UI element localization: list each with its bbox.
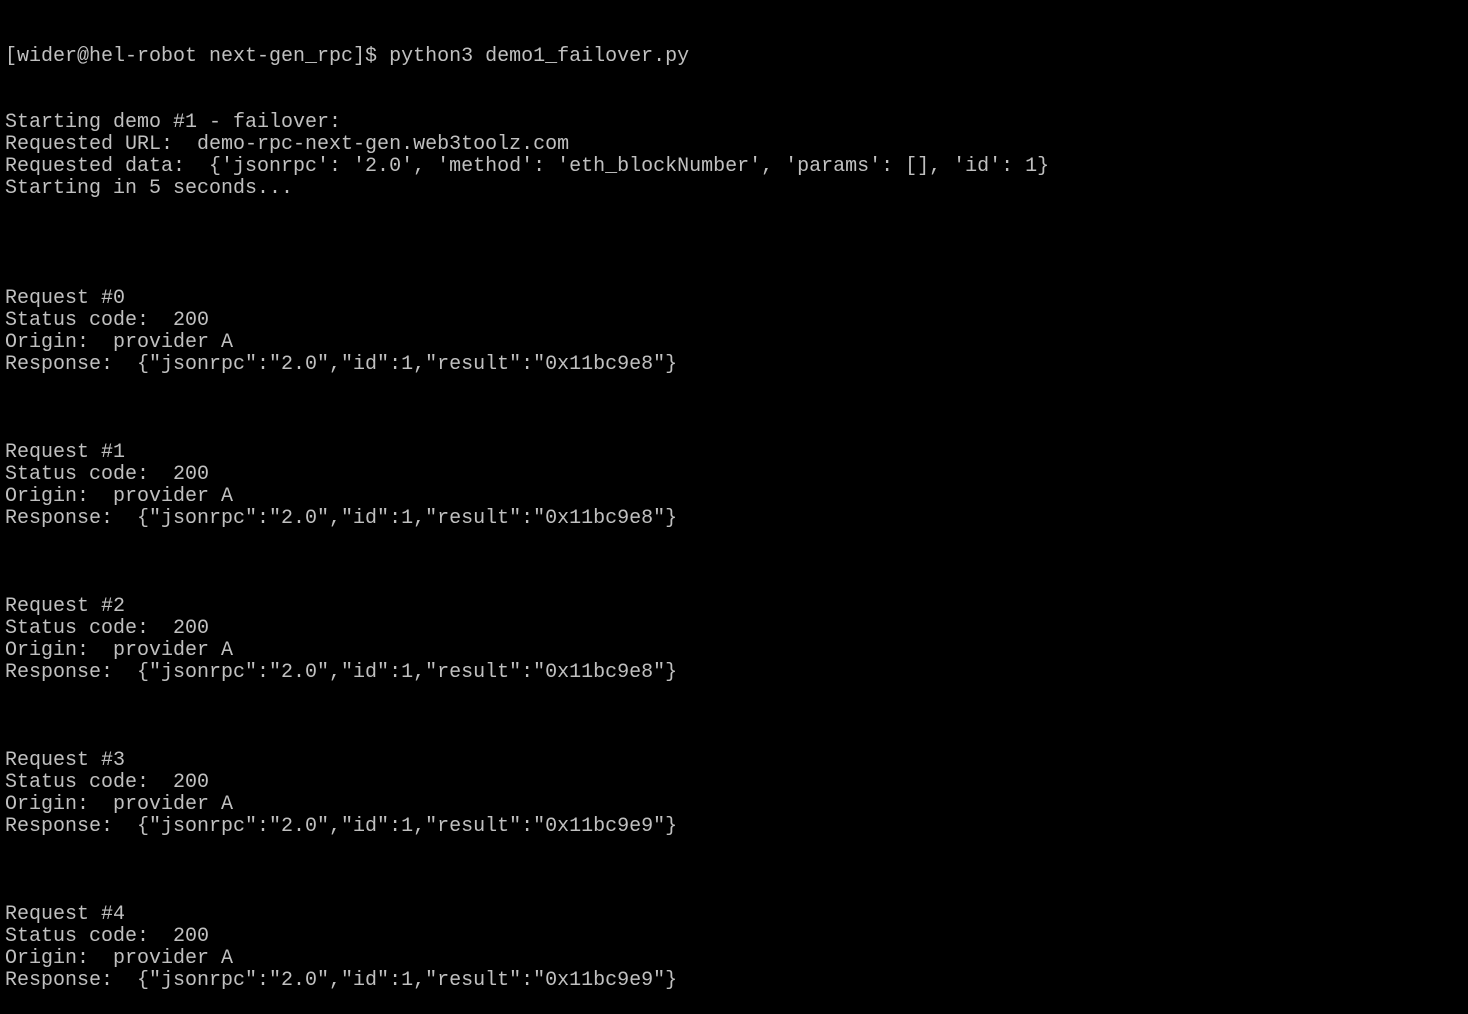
- script-header: Starting demo #1 - failover: Requested UR…: [5, 112, 1049, 200]
- response-line: Response: {"jsonrpc":"2.0","id":1,"resul…: [5, 969, 678, 992]
- status-code-line: Status code: 200: [5, 309, 210, 332]
- terminal-output[interactable]: [wider@hel-robot next-gen_rpc]$ python3 …: [5, 2, 1049, 1014]
- status-code-line: Status code: 200: [5, 925, 210, 948]
- request-block: Request #3 Status code: 200 Origin: provid…: [5, 750, 1049, 838]
- header-line: Starting in 5 seconds...: [5, 177, 294, 200]
- request-block: Request #0 Status code: 200 Origin: provid…: [5, 288, 1049, 376]
- request-log: Request #0 Status code: 200 Origin: provid…: [5, 288, 1049, 992]
- header-line: Starting demo #1 - failover:: [5, 111, 342, 134]
- request-block: Request #4 Status code: 200 Origin: provid…: [5, 904, 1049, 992]
- response-line: Response: {"jsonrpc":"2.0","id":1,"resul…: [5, 661, 678, 684]
- response-line: Response: {"jsonrpc":"2.0","id":1,"resul…: [5, 507, 678, 530]
- request-title: Request #3: [5, 749, 126, 772]
- status-code-line: Status code: 200: [5, 463, 210, 486]
- origin-line: Origin: provider A: [5, 793, 234, 816]
- request-title: Request #4: [5, 903, 126, 926]
- origin-line: Origin: provider A: [5, 947, 234, 970]
- origin-line: Origin: provider A: [5, 639, 234, 662]
- header-line: Requested URL: demo-rpc-next-gen.web3too…: [5, 133, 570, 156]
- origin-line: Origin: provider A: [5, 331, 234, 354]
- response-line: Response: {"jsonrpc":"2.0","id":1,"resul…: [5, 353, 678, 376]
- request-title: Request #0: [5, 287, 126, 310]
- request-block: Request #2 Status code: 200 Origin: provid…: [5, 596, 1049, 684]
- status-code-line: Status code: 200: [5, 771, 210, 794]
- response-line: Response: {"jsonrpc":"2.0","id":1,"resul…: [5, 815, 678, 838]
- command-prompt-line: [wider@hel-robot next-gen_rpc]$ python3 …: [5, 45, 690, 68]
- request-title: Request #2: [5, 595, 126, 618]
- origin-line: Origin: provider A: [5, 485, 234, 508]
- request-title: Request #1: [5, 441, 126, 464]
- header-line: Requested data: {'jsonrpc': '2.0', 'meth…: [5, 155, 1050, 178]
- status-code-line: Status code: 200: [5, 617, 210, 640]
- request-block: Request #1 Status code: 200 Origin: provid…: [5, 442, 1049, 530]
